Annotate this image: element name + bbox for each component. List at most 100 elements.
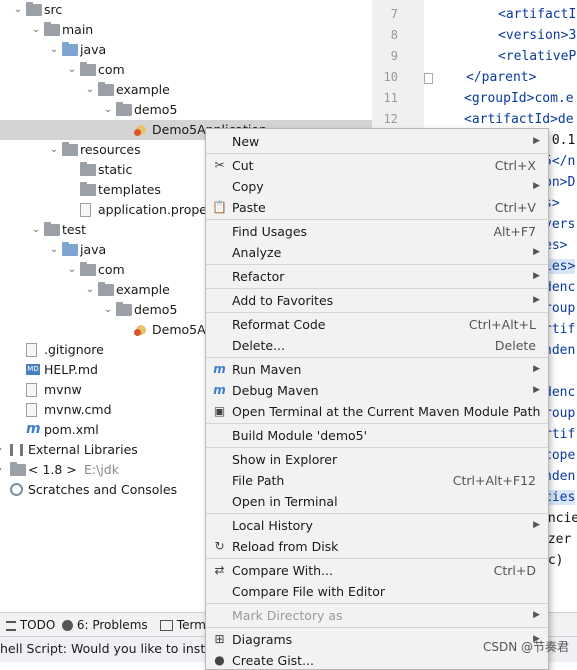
tree-item-label: mvnw.cmd (44, 402, 112, 417)
menu-item-shortcut: Ctrl+X (494, 158, 536, 173)
chevron-right-icon[interactable]: › (0, 460, 6, 480)
todo-label: TODO (19, 618, 56, 632)
menu-item-shortcut: Ctrl+Alt+L (468, 317, 536, 332)
menu-item-compare-with[interactable]: ⇄ Compare With... Ctrl+D (206, 560, 548, 581)
menu-item-label: File Path (232, 473, 285, 488)
tree-item[interactable]: ⌄ java (0, 40, 372, 60)
chevron-down-icon[interactable]: ⌄ (102, 300, 114, 320)
reload-icon: ↻ (214, 539, 225, 553)
menu-item-local-history[interactable]: Local History ▶ (206, 515, 548, 536)
tree-item[interactable]: ⌄ main (0, 20, 372, 40)
folder-icon (44, 22, 60, 36)
tree-item-label: templates (98, 182, 161, 197)
menu-item-add-to-favorites[interactable]: Add to Favorites ▶ (206, 290, 548, 311)
menu-item-copy[interactable]: Copy ▶ (206, 176, 548, 197)
menu-item-build-module-demo5[interactable]: Build Module 'demo5' (206, 425, 548, 446)
menu-item-reload-from-disk[interactable]: ↻ Reload from Disk (206, 536, 548, 557)
todo-tab[interactable]: TODO (6, 618, 55, 632)
line-number: 10 (383, 70, 398, 84)
chevron-down-icon[interactable]: ⌄ (84, 80, 96, 100)
menu-item-cut[interactable]: ✂ Cut Ctrl+X (206, 155, 548, 176)
chevron-down-icon[interactable]: ⌄ (48, 240, 60, 260)
menu-item-refactor[interactable]: Refactor ▶ (206, 266, 548, 287)
tree-item-label: demo5 (134, 302, 178, 317)
menu-item-label: Debug Maven (232, 383, 319, 398)
library-icon (10, 444, 23, 456)
clipboard-icon: 📋 (212, 200, 227, 214)
menu-item-paste[interactable]: 📋 Paste Ctrl+V (206, 197, 548, 218)
tree-item[interactable]: ⌄ demo5 (0, 100, 372, 120)
menu-item-mark-directory-as[interactable]: Mark Directory as ▶ (206, 605, 548, 626)
menu-item-label: Compare File with Editor (232, 584, 386, 599)
fold-marker-icon[interactable] (424, 73, 433, 84)
context-menu: New ▶ ✂ Cut Ctrl+X Copy ▶ 📋 Paste Ctrl+V Find Usag… (205, 128, 549, 670)
tree-item-label: demo5 (134, 102, 178, 117)
menu-item-find-usages[interactable]: Find Usages Alt+F7 (206, 221, 548, 242)
maven-icon: m (26, 421, 41, 437)
menu-item-show-in-explorer[interactable]: Show in Explorer (206, 449, 548, 470)
menu-separator (206, 603, 548, 604)
chevron-down-icon[interactable]: ⌄ (66, 260, 78, 280)
menu-item-label: Refactor (232, 269, 285, 284)
code-line: <relativeP (498, 49, 577, 64)
folder-icon (80, 162, 96, 176)
jdk-folder-icon (10, 462, 26, 476)
tree-item[interactable]: ⌄ src (0, 0, 372, 20)
folder-icon (80, 182, 96, 196)
code-line: <artifactId>de (464, 112, 574, 127)
chevron-down-icon[interactable]: ⌄ (30, 20, 42, 40)
menu-item-reformat-code[interactable]: Reformat Code Ctrl+Alt+L (206, 314, 548, 335)
menu-item-debug-maven[interactable]: m Debug Maven ▶ (206, 380, 548, 401)
tree-item-label: Scratches and Consoles (28, 482, 178, 497)
menu-item-run-maven[interactable]: m Run Maven ▶ (206, 359, 548, 380)
tree-item-label: java (80, 242, 107, 257)
chevron-down-icon[interactable]: ⌄ (12, 0, 24, 20)
chevron-down-icon[interactable]: ⌄ (48, 140, 60, 160)
code-line: <artifactI (498, 7, 577, 22)
tree-item-hint: E:\jdk (84, 462, 119, 477)
tree-item-label: src (44, 2, 63, 17)
chevron-right-icon[interactable]: › (0, 440, 6, 460)
submenu-arrow-icon: ▶ (533, 610, 540, 620)
menu-item-delete[interactable]: Delete... Delete (206, 335, 548, 356)
folder-icon (44, 222, 60, 236)
menu-item-label: Create Gist... (232, 653, 315, 668)
menu-separator (206, 558, 548, 559)
menu-item-shortcut: Delete (494, 338, 536, 353)
chevron-down-icon[interactable]: ⌄ (48, 40, 60, 60)
file-icon (80, 203, 91, 217)
menu-item-label: New (232, 134, 260, 149)
tree-item-label: .gitignore (44, 342, 104, 357)
menu-item-label: Analyze (232, 245, 282, 260)
tree-item[interactable]: ⌄ example (0, 80, 372, 100)
scissors-icon: ✂ (214, 158, 225, 172)
chevron-down-icon[interactable]: ⌄ (66, 60, 78, 80)
line-number: 7 (390, 7, 398, 21)
menu-item-file-path[interactable]: File Path Ctrl+Alt+F12 (206, 470, 548, 491)
line-number: 12 (383, 112, 398, 126)
chevron-down-icon[interactable]: ⌄ (84, 280, 96, 300)
tree-item-label: java (80, 42, 107, 57)
menu-item-open-terminal-at-the-current-maven-module-path[interactable]: ▣ Open Terminal at the Current Maven Modu… (206, 401, 548, 422)
menu-item-new[interactable]: New ▶ (206, 131, 548, 152)
menu-separator (206, 447, 548, 448)
chevron-down-icon[interactable]: ⌄ (102, 100, 114, 120)
chevron-down-icon[interactable]: ⌄ (30, 220, 42, 240)
menu-item-shortcut: Ctrl+Alt+F12 (452, 473, 536, 488)
menu-item-label: Compare With... (232, 563, 333, 578)
menu-item-compare-file-with-editor[interactable]: Compare File with Editor (206, 581, 548, 602)
list-icon (6, 620, 16, 631)
tree-item[interactable]: ⌄ com (0, 60, 372, 80)
markdown-icon: MD (26, 364, 40, 375)
menu-item-analyze[interactable]: Analyze ▶ (206, 242, 548, 263)
folder-icon (62, 142, 78, 156)
menu-item-open-in-terminal[interactable]: Open in Terminal (206, 491, 548, 512)
terminal-tab[interactable]: Termi (160, 618, 209, 632)
menu-item-label: Build Module 'demo5' (232, 428, 368, 443)
problems-tab[interactable]: 6: Problems (62, 618, 148, 632)
code-line: <groupId>com.e (464, 91, 574, 106)
submenu-arrow-icon: ▶ (533, 181, 540, 191)
java-class-icon (134, 323, 147, 337)
tree-item-label: < 1.8 > (28, 462, 77, 477)
terminal-icon: ▣ (213, 404, 226, 418)
